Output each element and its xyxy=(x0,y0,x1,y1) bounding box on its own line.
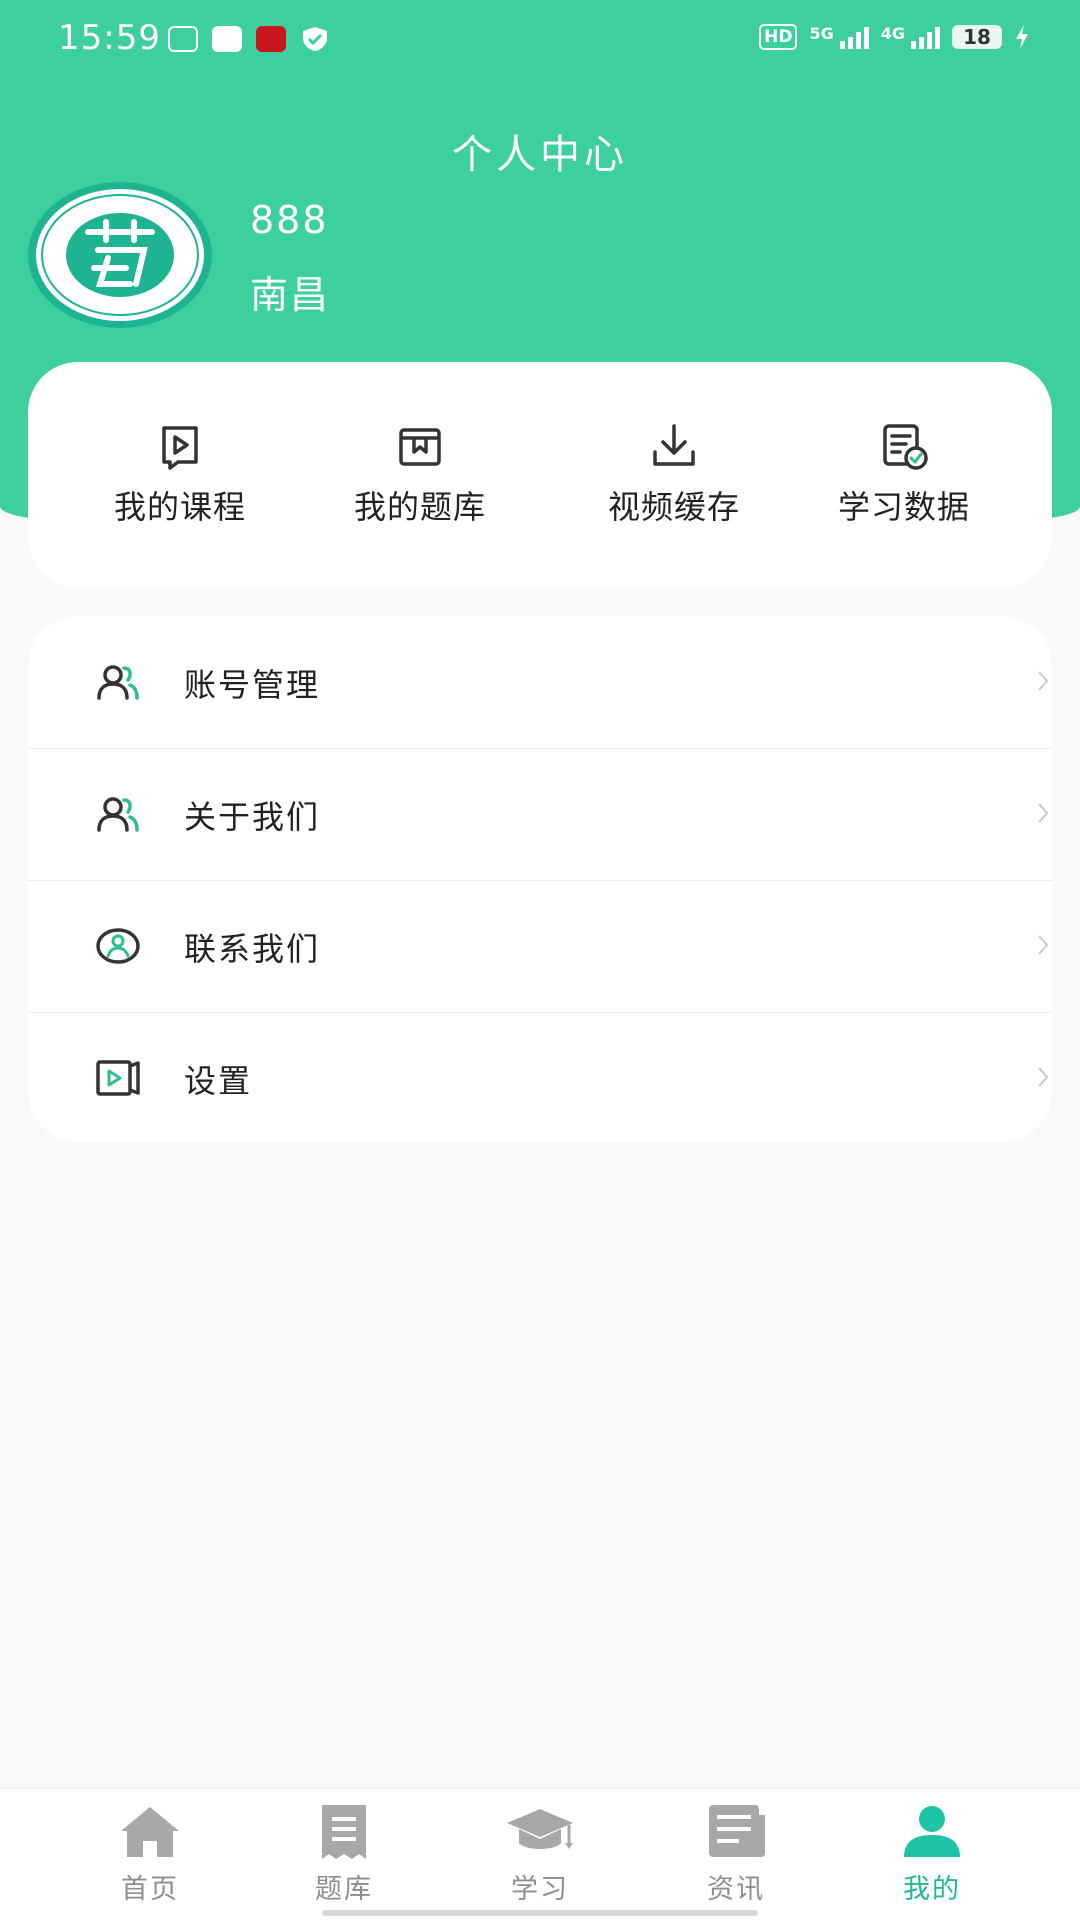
quick-action-my-courses[interactable]: 我的课程 xyxy=(70,422,290,528)
nav-tab-mine[interactable]: 我的 xyxy=(852,1803,1012,1906)
users-icon xyxy=(97,797,139,832)
nav-tab-study[interactable]: 学习 xyxy=(460,1803,620,1906)
settings-menu: 账号管理 关于我们 联系我们 设置 xyxy=(28,616,1052,1142)
notification-app-icon xyxy=(212,26,242,52)
menu-item-about-us[interactable]: 关于我们 xyxy=(28,748,1052,881)
chevron-right-icon xyxy=(1038,935,1049,955)
study-data-icon xyxy=(883,424,928,470)
news-icon xyxy=(709,1805,765,1857)
shield-icon xyxy=(303,27,327,51)
nav-label: 我的 xyxy=(903,1874,961,1905)
quick-action-label: 我的题库 xyxy=(353,488,486,526)
menu-item-label: 账号管理 xyxy=(184,666,321,704)
status-bar: 15:59 HD 5G 4G 18 xyxy=(0,0,1080,84)
quick-actions-card: 我的课程 我的题库 视频缓存 学习数据 xyxy=(28,362,1052,588)
nav-tab-news[interactable]: 资讯 xyxy=(656,1803,816,1906)
bottom-navigation: 首页 题库 学习 资讯 我的 xyxy=(0,1788,1080,1921)
users-icon xyxy=(97,665,139,700)
nav-label: 资讯 xyxy=(707,1874,765,1905)
notification-app-icon xyxy=(168,26,198,52)
user-city: 南昌 xyxy=(250,273,331,317)
nav-tab-home[interactable]: 首页 xyxy=(70,1803,230,1906)
quick-action-my-question-bank[interactable]: 我的题库 xyxy=(310,422,530,528)
quick-action-study-data[interactable]: 学习数据 xyxy=(794,422,1014,528)
network-4g-label: 4G xyxy=(880,24,905,43)
user-name: 888 xyxy=(250,198,329,242)
nav-label: 题库 xyxy=(315,1874,373,1905)
question-bank-icon xyxy=(399,428,441,466)
chevron-right-icon xyxy=(1038,671,1049,691)
signal-5g-icon xyxy=(839,25,869,49)
notification-app-icon xyxy=(256,26,286,52)
menu-item-account-management[interactable]: 账号管理 xyxy=(28,616,1052,749)
chevron-right-icon xyxy=(1038,803,1049,823)
status-time: 15:59 xyxy=(58,18,161,58)
settings-video-icon xyxy=(96,1060,140,1096)
page-title: 个人中心 xyxy=(452,132,628,178)
nav-label: 首页 xyxy=(121,1874,179,1905)
menu-item-label: 关于我们 xyxy=(184,798,321,836)
status-right-group: HD 5G 4G 18 xyxy=(759,24,1030,50)
graduation-cap-icon xyxy=(507,1809,573,1849)
home-indicator[interactable] xyxy=(322,1910,758,1916)
play-course-icon xyxy=(162,426,198,470)
signal-4g-icon xyxy=(911,25,940,49)
quick-action-label: 我的课程 xyxy=(113,488,246,526)
download-icon xyxy=(653,424,695,466)
menu-item-settings[interactable]: 设置 xyxy=(28,1012,1052,1142)
nav-tab-question-bank[interactable]: 题库 xyxy=(264,1803,424,1906)
status-notification-icons xyxy=(168,26,330,52)
network-5g-label: 5G xyxy=(809,24,834,43)
hd-badge: HD xyxy=(759,24,798,50)
home-icon xyxy=(121,1807,179,1857)
nav-label: 学习 xyxy=(511,1874,569,1905)
list-icon xyxy=(322,1805,366,1859)
person-icon xyxy=(904,1806,960,1857)
quick-action-label: 视频缓存 xyxy=(607,488,740,526)
battery-indicator: 18 xyxy=(952,25,1002,49)
menu-item-label: 设置 xyxy=(184,1062,253,1100)
menu-item-contact-us[interactable]: 联系我们 xyxy=(28,880,1052,1013)
chevron-right-icon xyxy=(1038,1067,1049,1087)
menu-item-label: 联系我们 xyxy=(184,930,321,968)
contact-icon xyxy=(96,928,140,964)
quick-action-video-cache[interactable]: 视频缓存 xyxy=(564,422,784,528)
charging-bolt-icon xyxy=(1016,25,1028,49)
avatar[interactable] xyxy=(26,180,214,330)
quick-action-label: 学习数据 xyxy=(837,488,970,526)
